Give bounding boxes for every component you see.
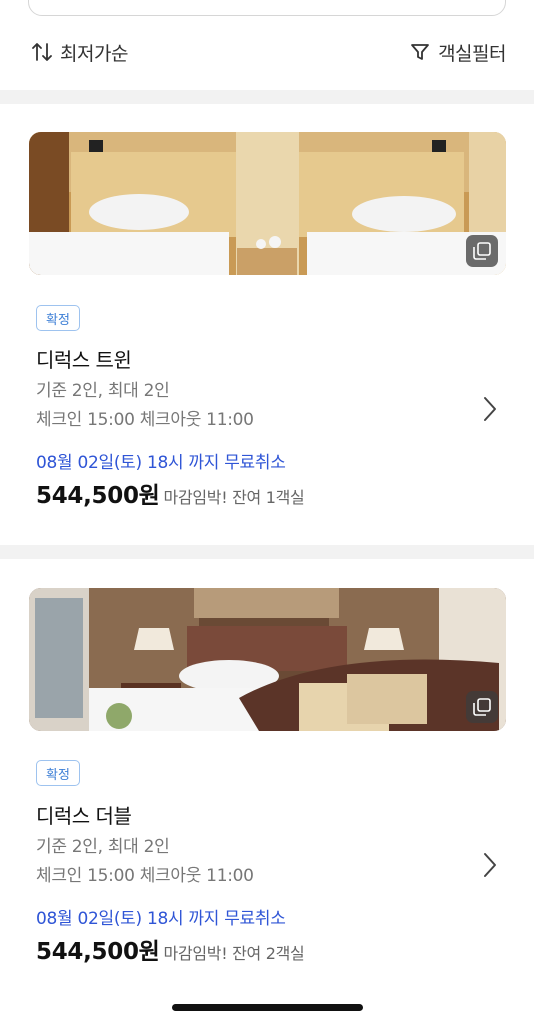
status-badge: 확정 bbox=[36, 305, 80, 331]
sort-label: 최저가순 bbox=[60, 42, 128, 65]
room-checkin-time: 체크인 15:00 체크아웃 11:00 bbox=[36, 866, 254, 886]
gallery-icon[interactable] bbox=[466, 691, 498, 723]
room-checkin-time: 체크인 15:00 체크아웃 11:00 bbox=[36, 410, 254, 430]
room-photo-double[interactable] bbox=[29, 588, 506, 731]
room-filter-button[interactable]: 객실필터 bbox=[410, 39, 506, 66]
section-divider bbox=[0, 90, 534, 104]
gallery-icon[interactable] bbox=[466, 235, 498, 267]
status-badge: 확정 bbox=[36, 760, 80, 786]
chevron-right-icon[interactable] bbox=[480, 850, 500, 880]
room-name: 디럭스 트윈 bbox=[36, 348, 132, 372]
home-indicator[interactable] bbox=[172, 1004, 363, 1011]
room-card[interactable]: 확정 디럭스 트윈 기준 2인, 최대 2인 체크인 15:00 체크아웃 11… bbox=[0, 132, 534, 542]
sort-arrows-icon bbox=[32, 41, 52, 63]
room-card[interactable]: 확정 디럭스 더블 기준 2인, 최대 2인 체크인 15:00 체크아웃 11… bbox=[0, 588, 534, 988]
free-cancel-notice: 08월 02일(토) 18시 까지 무료취소 bbox=[36, 909, 286, 929]
room-price: 544,500원 bbox=[36, 483, 160, 509]
room-name: 디럭스 더블 bbox=[36, 804, 132, 828]
filter-label: 객실필터 bbox=[438, 42, 506, 65]
filter-funnel-icon bbox=[410, 42, 430, 62]
room-stock: 마감임박! 잔여 1객실 bbox=[163, 488, 305, 507]
room-occupancy: 기준 2인, 최대 2인 bbox=[36, 837, 170, 857]
room-photo-twin[interactable] bbox=[29, 132, 506, 275]
price-row: 544,500원 마감임박! 잔여 2객실 bbox=[36, 932, 305, 966]
search-box[interactable] bbox=[28, 0, 506, 16]
chevron-right-icon[interactable] bbox=[480, 394, 500, 424]
price-row: 544,500원 마감임박! 잔여 1객실 bbox=[36, 476, 305, 510]
free-cancel-notice: 08월 02일(토) 18시 까지 무료취소 bbox=[36, 453, 286, 473]
sort-filter-bar: 최저가순 객실필터 bbox=[0, 22, 534, 82]
section-divider bbox=[0, 545, 534, 559]
room-stock: 마감임박! 잔여 2객실 bbox=[163, 944, 305, 963]
sort-button[interactable]: 최저가순 bbox=[32, 39, 128, 66]
room-occupancy: 기준 2인, 최대 2인 bbox=[36, 381, 170, 401]
room-price: 544,500원 bbox=[36, 939, 160, 965]
